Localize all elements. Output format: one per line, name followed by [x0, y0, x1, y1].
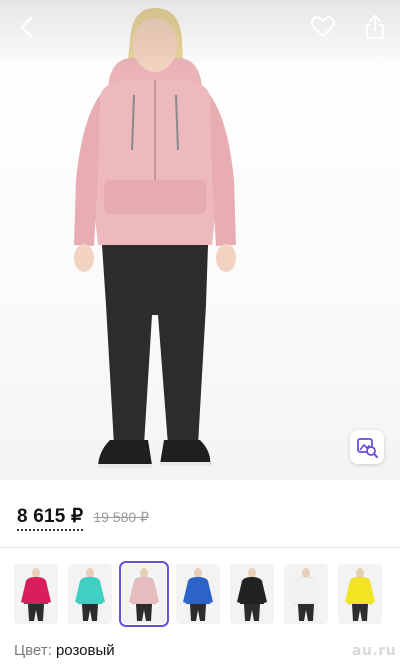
chevron-left-icon — [20, 16, 33, 38]
swatch-thumbnail — [345, 568, 375, 621]
color-swatch-list — [14, 561, 400, 627]
swatch-thumbnail — [21, 568, 51, 621]
color-swatch-mint[interactable] — [68, 564, 112, 624]
color-swatch-yellow[interactable] — [338, 564, 382, 624]
visual-search-button[interactable] — [350, 430, 384, 464]
color-label: Цвет: — [14, 642, 52, 659]
product-photo[interactable] — [0, 0, 400, 480]
price-block: 8 615 ₽ 19 580 ₽ — [17, 505, 149, 531]
swatch-thumbnail — [237, 568, 267, 621]
price-current[interactable]: 8 615 ₽ — [17, 505, 84, 531]
swatch-thumbnail — [291, 568, 321, 621]
color-swatch-black[interactable] — [230, 564, 274, 624]
image-search-icon — [357, 438, 378, 458]
watermark-logo: au.ru — [352, 643, 397, 659]
color-swatch-pink-red[interactable] — [14, 564, 58, 624]
color-swatch-light-pink[interactable] — [119, 561, 169, 627]
color-swatch-blue-ski[interactable] — [176, 564, 220, 624]
share-icon — [366, 15, 384, 39]
swatch-thumbnail — [75, 568, 105, 621]
share-button[interactable] — [360, 12, 390, 42]
color-swatch-white[interactable] — [284, 564, 328, 624]
product-model-figure — [74, 8, 236, 468]
swatch-thumbnail — [129, 568, 159, 621]
color-info: Цвет: розовый — [14, 642, 115, 659]
heart-outline-icon — [310, 16, 336, 37]
divider — [0, 547, 400, 548]
back-button[interactable] — [12, 12, 42, 42]
color-value: розовый — [55, 642, 115, 659]
price-old: 19 580 ₽ — [93, 509, 149, 525]
favorite-button[interactable] — [308, 12, 338, 42]
swatch-thumbnail — [183, 568, 213, 621]
